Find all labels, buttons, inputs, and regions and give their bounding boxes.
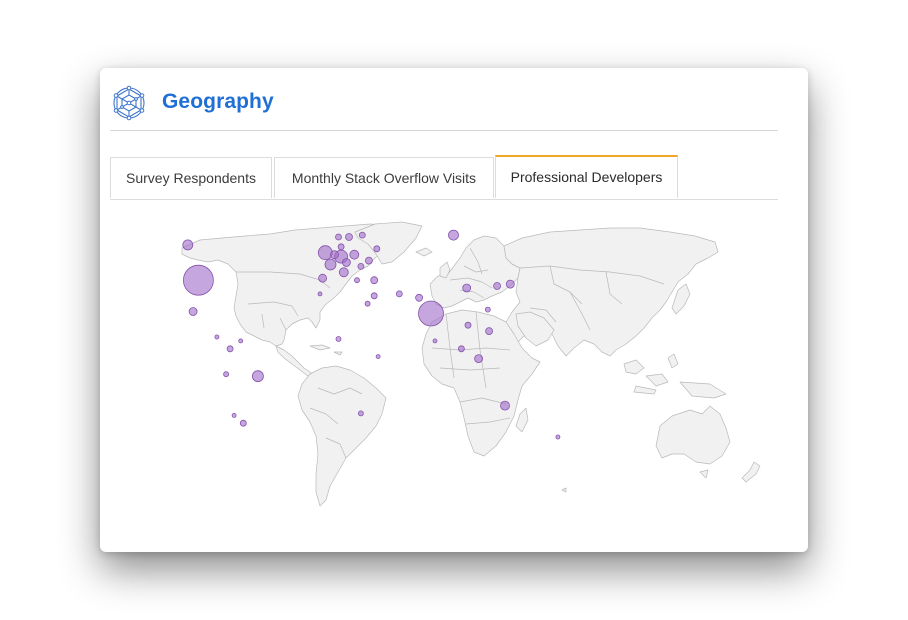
land-layer [181,221,761,507]
country-bubble[interactable] [357,263,365,270]
country-bubble[interactable] [317,245,333,261]
central-america-land [275,345,315,377]
iceland-land [415,247,433,257]
network-globe-icon [113,85,145,121]
country-bubble[interactable] [370,292,378,300]
antarctic-island [561,487,567,493]
country-bubble[interactable] [464,321,472,329]
country-bubble[interactable] [418,300,444,327]
country-bubble[interactable] [214,334,220,340]
country-bubble[interactable] [330,250,339,260]
country-bubble[interactable] [370,276,379,285]
country-bubble[interactable] [457,345,465,353]
country-bubble[interactable] [335,336,342,342]
country-bubble[interactable] [252,370,264,383]
country-bubble[interactable] [462,283,472,293]
se-asia-islands-land [623,353,727,399]
tab-monthly-visits[interactable]: Monthly Stack Overflow Visits [274,157,494,198]
country-bubble[interactable] [364,256,373,265]
country-bubble[interactable] [188,307,198,316]
country-bubble[interactable] [182,239,194,251]
madagascar-land [515,407,529,433]
tab-bar: Survey Respondents Monthly Stack Overflo… [110,155,778,200]
country-bubble[interactable] [345,233,353,241]
south-america-land [297,365,387,507]
country-bubble[interactable] [415,293,424,302]
country-bubble[interactable] [349,249,360,260]
country-bubble[interactable] [375,354,381,360]
country-bubble[interactable] [357,410,364,417]
country-bubble[interactable] [341,258,351,267]
card-header: Geography [110,82,778,131]
country-bubble[interactable] [324,258,337,271]
country-bubble[interactable] [226,345,234,353]
country-bubble[interactable] [182,264,214,296]
country-bubble[interactable] [338,267,349,278]
country-bubble[interactable] [484,306,491,313]
country-bubble[interactable] [474,354,484,364]
country-bubble[interactable] [337,243,345,251]
country-bubble[interactable] [335,233,342,241]
country-bubble[interactable] [354,277,360,284]
country-bubble[interactable] [231,412,237,418]
country-bubble[interactable] [223,371,229,378]
country-bubble[interactable] [239,419,247,427]
country-bubble[interactable] [358,231,366,239]
country-bubble[interactable] [485,327,494,335]
geography-card: Geography Survey Respondents Monthly Sta… [100,68,808,552]
tab-survey-respondents[interactable]: Survey Respondents [110,157,272,198]
country-bubble[interactable] [493,282,502,290]
country-bubble[interactable] [238,338,244,344]
country-bubble[interactable] [500,400,510,411]
new-zealand-land [741,461,761,483]
japan-land [671,283,691,315]
country-bubble[interactable] [448,229,459,241]
tab-professional-developers[interactable]: Professional Developers [495,155,678,198]
country-bubble[interactable] [373,245,381,253]
country-bubble[interactable] [317,291,323,297]
country-bubble[interactable] [555,434,561,440]
country-bubble[interactable] [364,300,371,307]
australia-land [655,405,731,465]
country-bubble[interactable] [432,338,438,344]
country-bubble[interactable] [505,279,515,289]
caribbean-land [309,344,343,356]
tasmania-land [699,469,709,479]
country-bubble[interactable] [395,290,403,298]
page-title: Geography [162,90,274,113]
world-bubble-map [181,221,761,507]
country-bubble[interactable] [318,273,328,283]
